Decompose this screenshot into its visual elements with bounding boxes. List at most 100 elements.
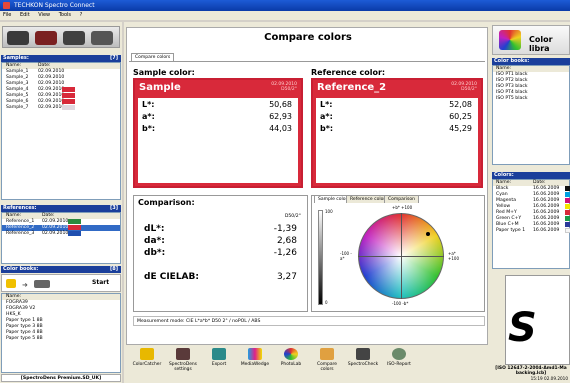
compare-panel: Compare colors Compare colors Sample col… — [126, 27, 488, 345]
mediawedge-button[interactable]: MediaWedge — [238, 346, 272, 367]
color-swatch — [565, 216, 570, 221]
menu-file[interactable]: File — [3, 12, 11, 18]
comparison-heading: Comparison: — [138, 198, 195, 207]
export-button[interactable]: Export — [202, 346, 236, 367]
color-swatch — [565, 228, 570, 233]
photolab-button[interactable]: PhotoLab — [274, 346, 308, 367]
left-panel: Samples: [7] Name: Date: Sample_1 02.09.201… — [0, 22, 122, 383]
tab-reference-color[interactable]: Reference color — [346, 195, 390, 203]
tab-divider — [129, 61, 485, 62]
compare-icon — [320, 348, 334, 360]
export-icon — [212, 348, 226, 360]
right-colors-header: Colors: — [492, 172, 570, 179]
hand-icon — [6, 279, 16, 288]
reference-a: 60,25 — [449, 112, 472, 121]
menu-help[interactable]: ? — [80, 12, 83, 18]
list-item[interactable]: Reference_3 02.09.2010 — [2, 231, 120, 237]
window-title: TECHKON Spectro Connect — [14, 2, 95, 9]
color-swatch — [565, 222, 570, 227]
device-icon-4[interactable] — [91, 31, 113, 45]
status-clock: 15:19 02.09.2010 — [530, 376, 568, 381]
iso-report-button[interactable]: ISO-Report — [382, 346, 416, 367]
samples-list[interactable]: Name: Date: Sample_1 02.09.2010 Sample_2 02… — [1, 62, 121, 200]
right-colors-list[interactable]: Name: Date: Black 16.06.2009 Cyan 16.06.200… — [492, 179, 570, 269]
list-item[interactable]: Paper type 5 8B — [2, 336, 120, 342]
list-item[interactable]: ISO PT5 black — [493, 96, 569, 102]
delta-a: 2,68 — [276, 236, 297, 246]
references-header: References: [3] — [1, 205, 121, 212]
color-swatch — [62, 105, 75, 110]
main-area: Compare colors Compare colors Sample col… — [124, 22, 490, 383]
color-swatch — [62, 87, 75, 92]
sample-L: 50,68 — [269, 100, 292, 109]
brand-logo: S — [505, 275, 570, 365]
spectrodens-settings-button[interactable]: SpectroDens settings — [166, 346, 200, 372]
page-title: Compare colors — [264, 32, 352, 43]
photolab-icon — [284, 348, 298, 360]
iso-report-icon — [392, 348, 406, 360]
color-swatch — [68, 219, 81, 224]
device-icon-2[interactable] — [35, 31, 57, 45]
device-icon-1[interactable] — [7, 31, 29, 45]
reference-L: 52,08 — [449, 100, 472, 109]
colorcatcher-button[interactable]: ColorCatcher — [130, 346, 164, 367]
sample-values: L*: 50,68 a*: 62,93 b*: 44,03 — [138, 98, 298, 183]
spectrocheck-button[interactable]: SpectroCheck — [346, 346, 380, 367]
references-list[interactable]: Name: Date: Reference_1 02.09.2010 Referen… — [1, 212, 121, 264]
menu-edit[interactable]: Edit — [20, 12, 30, 18]
color-library-icon — [499, 30, 521, 50]
sample-card: Sample 02.09.2010 D50/2° L*: 50,68 a*: 62,9… — [133, 78, 303, 188]
start-button[interactable]: Start — [92, 279, 109, 286]
bottom-toolbar: ColorCatcher SpectroDens settings Export… — [126, 346, 488, 381]
color-swatch — [62, 93, 75, 98]
colorbooks-footer: [SpectroDens Premium.SD_UK] — [1, 374, 121, 382]
sample-a: 62,93 — [269, 112, 292, 121]
colorbook-start-bar: ➜ Start — [1, 274, 121, 292]
menu-view[interactable]: View — [38, 12, 50, 18]
mediawedge-icon — [248, 348, 262, 360]
reference-meta: 02.09.2010 D50/2° — [451, 82, 477, 92]
menu-tools[interactable]: Tools — [59, 12, 71, 18]
colorcatcher-icon — [140, 348, 154, 360]
sample-heading: Sample color: — [133, 68, 195, 77]
settings-icon — [176, 348, 190, 360]
measurement-mode: Measurement mode: CIE L*a*b* D50 2° / no… — [133, 316, 485, 326]
color-swatch — [565, 210, 570, 215]
color-swatch — [62, 99, 75, 104]
app-icon — [3, 2, 10, 9]
menu-bar: File Edit View Tools ? — [0, 11, 570, 20]
reference-b: 45,29 — [449, 124, 472, 133]
samples-header: Samples: [7] — [1, 55, 121, 62]
tab-comparison[interactable]: Comparison — [384, 195, 419, 203]
device-icon — [34, 280, 50, 288]
reference-values: L*: 52,08 a*: 60,25 b*: 45,29 — [316, 98, 478, 183]
lightness-bar — [318, 210, 323, 305]
device-selector — [2, 26, 120, 48]
color-swatch — [565, 192, 570, 197]
delta-b: -1,26 — [273, 248, 297, 258]
arrow-icon: ➜ — [22, 281, 28, 289]
sample-b: 44,03 — [269, 124, 292, 133]
delta-L: -1,39 — [273, 224, 297, 234]
delta-e: 3,27 — [276, 272, 297, 282]
colorbooks-list[interactable]: Name: FOGRA39 FOGRA39 V2 HKS_K Paper typ… — [1, 293, 121, 373]
list-item[interactable]: Sample_7 02.09.2010 — [2, 105, 120, 111]
color-swatch — [565, 186, 570, 191]
color-library-header: Color libra — [492, 25, 570, 55]
right-colorbooks-list[interactable]: Name: ISO PT1 black ISO PT2 black ISO PT… — [492, 65, 570, 165]
compare-colors-button[interactable]: Compare colors — [310, 346, 344, 372]
brand-logo-text: S — [508, 305, 537, 351]
device-icon-3[interactable] — [63, 31, 85, 45]
list-item[interactable]: Paper type 1 16.06.2009 — [493, 228, 570, 234]
comparison-box: Comparison: D50/2° dL*: -1,39 da*: 2,68 db… — [133, 195, 308, 312]
color-library-title: Color libra — [529, 35, 553, 53]
colorbooks-header: Color books: [8] — [1, 266, 121, 273]
reference-heading: Reference color: — [311, 68, 386, 77]
tab-compare-colors[interactable]: Compare colors — [131, 53, 175, 61]
color-swatch — [565, 198, 570, 203]
color-swatch — [68, 225, 81, 230]
right-panel: Color libra Color books: Name: ISO PT1 b… — [490, 22, 570, 383]
wheel-axis-h — [358, 256, 444, 257]
sample-meta: 02.09.2010 D50/2° — [271, 82, 297, 92]
color-wheel-box: Sample color Reference color Comparison … — [311, 195, 485, 312]
